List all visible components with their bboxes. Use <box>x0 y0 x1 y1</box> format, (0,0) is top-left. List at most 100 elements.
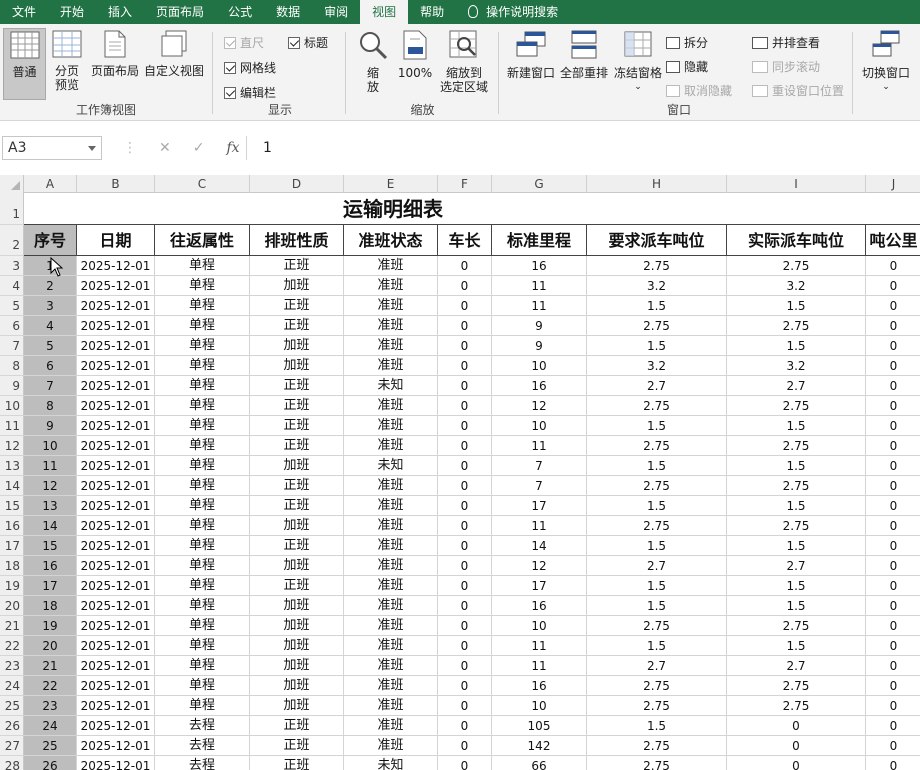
table-cell[interactable]: 0 <box>866 416 920 436</box>
zoom-100-button[interactable]: 100% <box>396 28 434 80</box>
table-cell[interactable]: 去程 <box>155 736 250 756</box>
row-header[interactable]: 8 <box>0 356 24 376</box>
formula-bar-checkbox[interactable]: 编辑栏 <box>224 84 276 101</box>
table-cell[interactable]: 12 <box>24 476 77 496</box>
table-cell[interactable]: 1.5 <box>587 596 727 616</box>
table-cell[interactable]: 0 <box>438 516 492 536</box>
table-cell[interactable]: 2.75 <box>727 616 866 636</box>
table-cell[interactable]: 2025-12-01 <box>77 576 155 596</box>
table-cell[interactable]: 准班 <box>344 336 438 356</box>
row-header[interactable]: 14 <box>0 476 24 496</box>
tab-data[interactable]: 数据 <box>264 0 312 24</box>
spreadsheet-grid[interactable]: ABCDEFGHIJ 1 2 3 4 5 6 7 8 9 10 11 12 13 14 15 16 17 18 19… <box>0 175 920 770</box>
table-cell[interactable]: 14 <box>24 516 77 536</box>
table-cell[interactable]: 0 <box>866 496 920 516</box>
table-cell[interactable]: 2.75 <box>727 476 866 496</box>
table-cell[interactable]: 2025-12-01 <box>77 336 155 356</box>
table-cell[interactable]: 未知 <box>344 756 438 770</box>
table-cell[interactable]: 2.75 <box>587 516 727 536</box>
table-cell[interactable]: 2025-12-01 <box>77 316 155 336</box>
table-cell[interactable]: 2025-12-01 <box>77 376 155 396</box>
table-cell[interactable]: 2.7 <box>587 656 727 676</box>
table-cell[interactable]: 正班 <box>250 316 344 336</box>
zoom-to-selection-button[interactable]: 缩放到 选定区域 <box>436 28 492 94</box>
table-cell[interactable]: 准班 <box>344 496 438 516</box>
table-cell[interactable]: 加班 <box>250 616 344 636</box>
table-cell[interactable]: 2025-12-01 <box>77 456 155 476</box>
table-cell[interactable]: 2025-12-01 <box>77 516 155 536</box>
table-cell[interactable]: 准班 <box>344 636 438 656</box>
table-header-cell[interactable]: 排班性质 <box>250 225 344 256</box>
table-cell[interactable]: 加班 <box>250 636 344 656</box>
table-cell[interactable]: 2.7 <box>727 376 866 396</box>
table-cell[interactable]: 准班 <box>344 656 438 676</box>
table-cell[interactable]: 26 <box>24 756 77 770</box>
table-cell[interactable]: 单程 <box>155 496 250 516</box>
table-cell[interactable]: 2.75 <box>727 396 866 416</box>
table-cell[interactable]: 1.5 <box>727 416 866 436</box>
row-header[interactable]: 2 <box>0 225 24 256</box>
table-cell[interactable]: 16 <box>492 596 587 616</box>
table-cell[interactable]: 17 <box>492 496 587 516</box>
table-cell[interactable]: 0 <box>866 576 920 596</box>
table-cell[interactable]: 去程 <box>155 756 250 770</box>
table-cell[interactable]: 5 <box>24 336 77 356</box>
table-cell[interactable]: 3.2 <box>587 276 727 296</box>
column-header-e[interactable]: E <box>344 175 438 193</box>
table-cell[interactable]: 加班 <box>250 676 344 696</box>
table-cell[interactable]: 2.75 <box>587 256 727 276</box>
tell-me-search[interactable]: 操作说明搜索 <box>456 0 570 24</box>
table-cell[interactable]: 0 <box>866 356 920 376</box>
table-cell[interactable]: 11 <box>492 516 587 536</box>
table-cell[interactable]: 4 <box>24 316 77 336</box>
table-cell[interactable]: 2.75 <box>587 476 727 496</box>
column-header-b[interactable]: B <box>77 175 155 193</box>
table-cell[interactable]: 23 <box>24 696 77 716</box>
table-cell[interactable]: 未知 <box>344 376 438 396</box>
table-cell[interactable]: 2025-12-01 <box>77 476 155 496</box>
table-cell[interactable]: 正班 <box>250 396 344 416</box>
table-cell[interactable]: 单程 <box>155 376 250 396</box>
table-cell[interactable]: 10 <box>492 356 587 376</box>
table-cell[interactable]: 1.5 <box>587 416 727 436</box>
table-cell[interactable]: 11 <box>492 276 587 296</box>
row-header[interactable]: 27 <box>0 736 24 756</box>
table-cell[interactable]: 0 <box>866 476 920 496</box>
table-cell[interactable]: 准班 <box>344 356 438 376</box>
table-cell[interactable]: 准班 <box>344 736 438 756</box>
row-header[interactable]: 22 <box>0 636 24 656</box>
page-layout-view-button[interactable]: 页面布局 <box>88 28 142 78</box>
table-cell[interactable]: 单程 <box>155 596 250 616</box>
row-header[interactable]: 4 <box>0 276 24 296</box>
table-cell[interactable]: 10 <box>24 436 77 456</box>
name-box-dropdown-icon[interactable] <box>88 146 96 151</box>
table-cell[interactable]: 2 <box>24 276 77 296</box>
table-cell[interactable]: 0 <box>866 596 920 616</box>
row-header[interactable]: 16 <box>0 516 24 536</box>
ruler-checkbox[interactable]: 直尺 <box>224 34 264 51</box>
table-cell[interactable]: 2025-12-01 <box>77 596 155 616</box>
table-cell[interactable]: 10 <box>492 696 587 716</box>
table-cell[interactable]: 单程 <box>155 656 250 676</box>
table-cell[interactable]: 2025-12-01 <box>77 696 155 716</box>
page-break-preview-button[interactable]: 分页 预览 <box>48 28 86 92</box>
table-cell[interactable]: 12 <box>492 556 587 576</box>
table-cell[interactable]: 16 <box>492 376 587 396</box>
table-cell[interactable]: 0 <box>438 436 492 456</box>
table-cell[interactable]: 1.5 <box>587 336 727 356</box>
table-cell[interactable]: 2.75 <box>727 316 866 336</box>
table-cell[interactable]: 准班 <box>344 416 438 436</box>
tab-page-layout[interactable]: 页面布局 <box>144 0 216 24</box>
table-cell[interactable]: 2025-12-01 <box>77 756 155 770</box>
table-cell[interactable]: 单程 <box>155 676 250 696</box>
table-cell[interactable]: 0 <box>438 636 492 656</box>
table-cell[interactable]: 0 <box>866 616 920 636</box>
table-cell[interactable]: 2025-12-01 <box>77 716 155 736</box>
row-header[interactable]: 13 <box>0 456 24 476</box>
select-all-corner[interactable] <box>0 175 24 193</box>
table-cell[interactable]: 准班 <box>344 696 438 716</box>
sheet-title[interactable]: 运输明细表 <box>24 193 920 225</box>
table-cell[interactable]: 正班 <box>250 756 344 770</box>
table-cell[interactable]: 0 <box>438 616 492 636</box>
table-cell[interactable]: 正班 <box>250 576 344 596</box>
